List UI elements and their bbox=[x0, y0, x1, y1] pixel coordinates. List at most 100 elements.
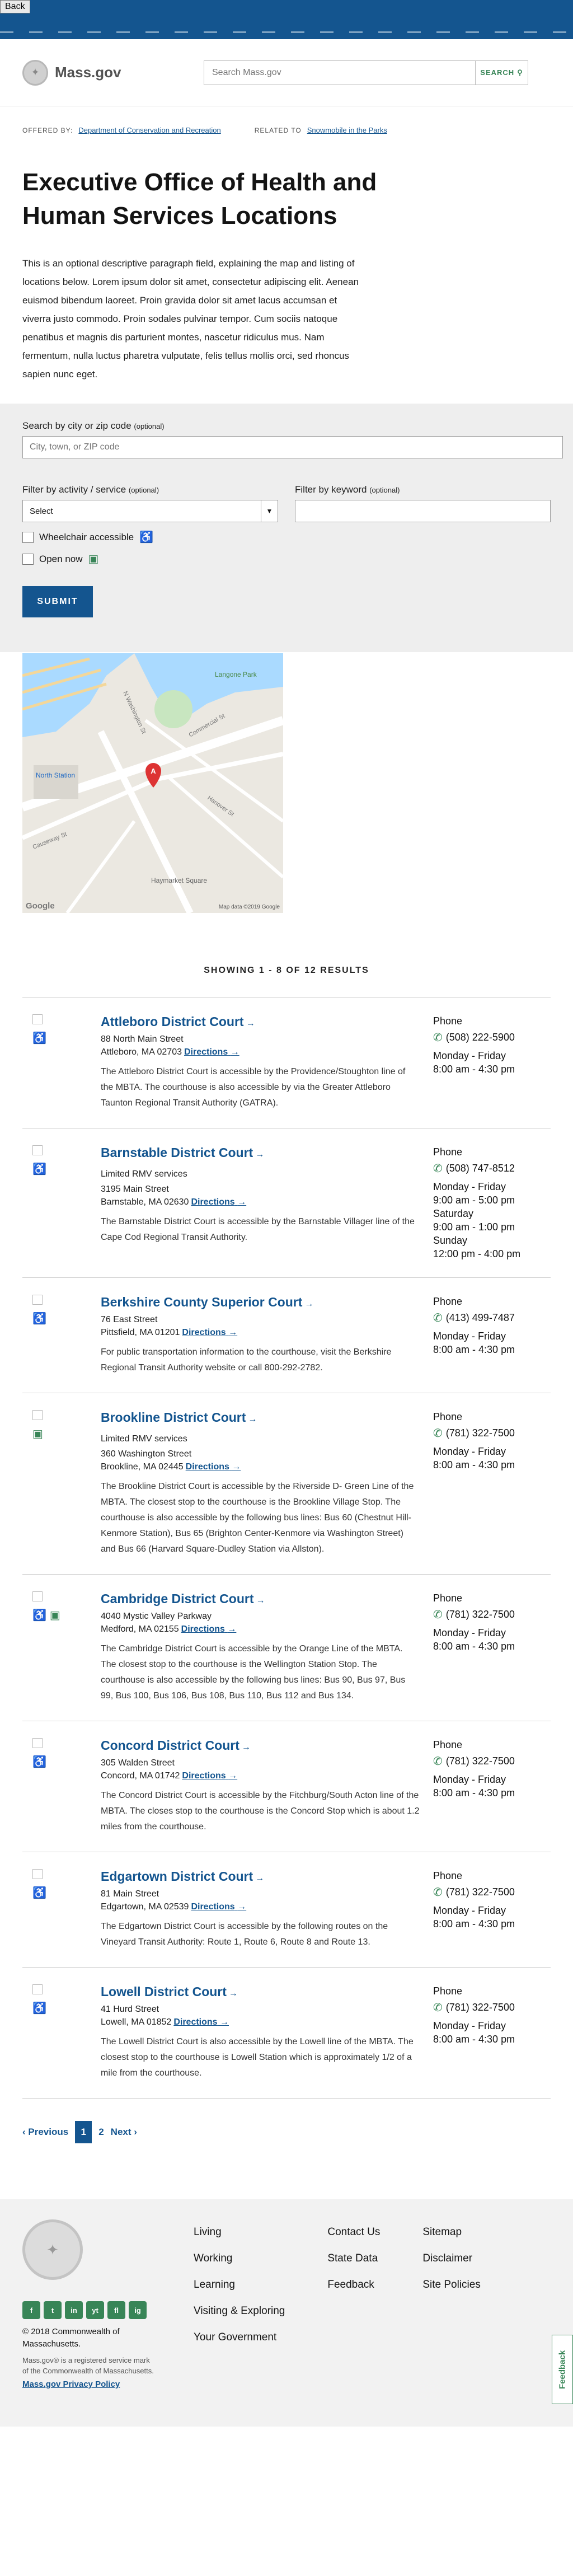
site-header: ✦ Mass.gov SEARCH⚲ bbox=[0, 39, 573, 106]
location-details: Barnstable District Court → Limited RMV se… bbox=[101, 1145, 420, 1261]
back-button[interactable]: Back bbox=[0, 0, 30, 13]
next-label: Next bbox=[110, 2127, 131, 2137]
optional-tag: (optional) bbox=[128, 486, 159, 494]
location-description: For public transportation information to… bbox=[101, 1347, 392, 1373]
directions-link[interactable]: Directions → bbox=[191, 1902, 246, 1912]
phone-label: Phone bbox=[433, 1739, 463, 1750]
facebook-icon[interactable]: f bbox=[22, 2301, 40, 2319]
keyword-input[interactable] bbox=[295, 500, 551, 522]
google-logo: Google bbox=[26, 901, 55, 911]
page-2-link[interactable]: 2 bbox=[98, 2127, 104, 2138]
location-contact: Phone ✆ (508) 222-5900 Monday - Friday 8:00 … bbox=[433, 1014, 551, 1111]
location-contact: Phone ✆ (508) 747-8512 Monday - Friday 9:00 … bbox=[433, 1145, 551, 1261]
offered-by: OFFERED BY: Department of Conservation an… bbox=[22, 126, 221, 134]
linkedin-icon[interactable]: in bbox=[65, 2301, 83, 2319]
location-image-icon bbox=[32, 1738, 43, 1748]
location-name-link[interactable]: Brookline District Court → bbox=[101, 1410, 257, 1425]
instagram-icon[interactable]: ig bbox=[129, 2301, 147, 2319]
wheelchair-icon: ♿ bbox=[32, 2002, 46, 2015]
city: Pittsfield, MA 01201 bbox=[101, 1328, 180, 1337]
location-map[interactable]: A Langone Park North Station Haymarket S… bbox=[22, 653, 283, 913]
directions-link[interactable]: Directions → bbox=[182, 1771, 237, 1781]
location-name-link[interactable]: Lowell District Court → bbox=[101, 1984, 238, 1999]
next-page-link[interactable]: Next › bbox=[111, 2127, 137, 2138]
phone-number[interactable]: ✆ (781) 322-7500 bbox=[433, 1426, 551, 1440]
open-now-checkbox-row[interactable]: Open now ▣ bbox=[22, 552, 551, 566]
submit-button[interactable]: SUBMIT bbox=[22, 586, 93, 617]
footer-link[interactable]: Living bbox=[194, 2226, 285, 2238]
location-name-link[interactable]: Attleboro District Court → bbox=[101, 1014, 255, 1029]
open-now-checkbox[interactable] bbox=[22, 553, 34, 565]
flickr-icon[interactable]: fl bbox=[107, 2301, 125, 2319]
location-contact: Phone ✆ (781) 322-7500 Monday - Friday 8:00 … bbox=[433, 1738, 551, 1835]
location-name-link[interactable]: Barnstable District Court → bbox=[101, 1145, 264, 1160]
location-name: Lowell District Court bbox=[101, 1984, 227, 1999]
location-icons: ♿ bbox=[22, 1014, 101, 1111]
directions-link[interactable]: Directions → bbox=[173, 2017, 229, 2027]
footer-link[interactable]: Site Policies bbox=[422, 2279, 481, 2291]
footer-link[interactable]: Visiting & Exploring bbox=[194, 2305, 285, 2317]
search-input[interactable] bbox=[204, 60, 475, 85]
phone-number[interactable]: ✆ (413) 499-7487 bbox=[433, 1311, 551, 1325]
location-contact: Phone ✆ (781) 322-7500 Monday - Friday 8:00 … bbox=[433, 1591, 551, 1704]
hours-line: Sunday bbox=[433, 1235, 468, 1246]
footer-link[interactable]: Working bbox=[194, 2252, 285, 2265]
footer-link[interactable]: Contact Us bbox=[327, 2226, 380, 2238]
related-to: RELATED TO Snowmobile in the Parks bbox=[255, 126, 387, 134]
location-name-link[interactable]: Berkshire County Superior Court → bbox=[101, 1295, 313, 1309]
phone-icon: ✆ bbox=[433, 1312, 443, 1324]
location-input[interactable] bbox=[22, 436, 563, 458]
arrow-right-icon: → bbox=[241, 1743, 251, 1752]
related-to-link[interactable]: Snowmobile in the Parks bbox=[307, 126, 387, 134]
phone-number[interactable]: ✆ (508) 222-5900 bbox=[433, 1031, 551, 1045]
location-item: ♿ Attleboro District Court → 88 North Main … bbox=[22, 997, 551, 1128]
feedback-tab[interactable]: Feedback bbox=[552, 2335, 573, 2404]
wheelchair-checkbox[interactable] bbox=[22, 531, 34, 543]
footer-link[interactable]: Learning bbox=[194, 2279, 285, 2291]
phone-number[interactable]: ✆ (781) 322-7500 bbox=[433, 1754, 551, 1768]
location-filters: Search by city or zip code (optional) Fi… bbox=[0, 404, 573, 652]
results-count: SHOWING 1 - 8 OF 12 RESULTS bbox=[204, 966, 369, 975]
hours-line: Monday - Friday bbox=[433, 1181, 506, 1192]
wheelchair-checkbox-row[interactable]: Wheelchair accessible ♿ bbox=[22, 530, 551, 544]
twitter-icon[interactable]: t bbox=[44, 2301, 62, 2319]
location-details: Cambridge District Court → 4040 Mystic Val… bbox=[101, 1591, 420, 1704]
directions-link[interactable]: Directions → bbox=[182, 1328, 237, 1337]
footer-link[interactable]: State Data bbox=[327, 2252, 380, 2265]
location-address: 3195 Main Street Barnstable, MA 02630 Dire… bbox=[101, 1183, 420, 1209]
search-button[interactable]: SEARCH ⚲ bbox=[475, 60, 528, 85]
social-links: f t in yt fl ig bbox=[22, 2301, 157, 2319]
offered-by-link[interactable]: Department of Conservation and Recreatio… bbox=[78, 126, 220, 134]
phone-value: (781) 322-7500 bbox=[445, 1886, 515, 1898]
page-intro: This is an optional descriptive paragrap… bbox=[22, 258, 359, 380]
optional-tag: (optional) bbox=[369, 486, 400, 494]
location-icons: ♿ bbox=[22, 1984, 101, 2081]
privacy-policy-link[interactable]: Mass.gov Privacy Policy bbox=[22, 2380, 157, 2389]
previous-page-link[interactable]: ‹ Previous bbox=[22, 2127, 68, 2138]
footer-link[interactable]: Disclaimer bbox=[422, 2252, 481, 2265]
map-station-block bbox=[34, 765, 78, 799]
activity-filter-label-text: Filter by activity / service bbox=[22, 484, 126, 495]
phone-label: Phone bbox=[433, 1593, 463, 1604]
directions-link[interactable]: Directions → bbox=[191, 1197, 246, 1207]
footer-link[interactable]: Your Government bbox=[194, 2331, 285, 2344]
activity-select[interactable]: Select ▼ bbox=[22, 500, 278, 522]
phone-number[interactable]: ✆ (508) 747-8512 bbox=[433, 1161, 551, 1175]
site-logo[interactable]: ✦ Mass.gov bbox=[22, 59, 121, 86]
directions-link[interactable]: Directions → bbox=[186, 1462, 241, 1472]
phone-number[interactable]: ✆ (781) 322-7500 bbox=[433, 1885, 551, 1899]
phone-number[interactable]: ✆ (781) 322-7500 bbox=[433, 1608, 551, 1622]
location-name-link[interactable]: Concord District Court → bbox=[101, 1738, 251, 1753]
youtube-icon[interactable]: yt bbox=[86, 2301, 104, 2319]
street: 4040 Mystic Valley Parkway bbox=[101, 1612, 212, 1621]
footer-link[interactable]: Sitemap bbox=[422, 2226, 481, 2238]
location-name-link[interactable]: Cambridge District Court → bbox=[101, 1591, 265, 1606]
directions-link[interactable]: Directions → bbox=[184, 1047, 239, 1057]
location-contact: Phone ✆ (781) 322-7500 Monday - Friday 8:00 … bbox=[433, 1869, 551, 1950]
footer-link[interactable]: Feedback bbox=[327, 2279, 380, 2291]
location-name-link[interactable]: Edgartown District Court → bbox=[101, 1869, 264, 1884]
page-1-current[interactable]: 1 bbox=[75, 2121, 92, 2143]
directions-link[interactable]: Directions → bbox=[181, 1624, 237, 1634]
phone-label: Phone bbox=[433, 1296, 463, 1307]
phone-number[interactable]: ✆ (781) 322-7500 bbox=[433, 2001, 551, 2015]
